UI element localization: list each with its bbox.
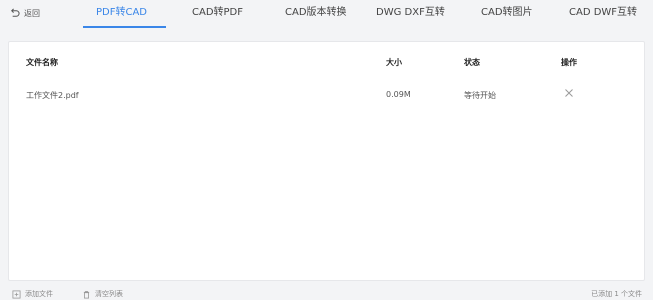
header-status: 状态 — [464, 58, 480, 67]
header-file-name: 文件名称 — [26, 58, 58, 67]
file-status-cell: 等待开始 — [464, 91, 496, 100]
trash-icon — [83, 290, 90, 299]
tab-cad-to-image[interactable]: CAD转图片 — [481, 5, 533, 21]
add-file-label: 添加文件 — [25, 290, 53, 298]
tab-dwg-dxf-convert[interactable]: DWG DXF互转 — [376, 5, 445, 21]
top-nav: 返回 PDF转CAD CAD转PDF CAD版本转换 DWG DXF互转 CAD… — [0, 0, 653, 32]
file-list-panel: 文件名称 大小 状态 操作 工作文件2.pdf 0.09M 等待开始 — [8, 41, 645, 281]
file-name-cell: 工作文件2.pdf — [26, 91, 79, 100]
file-size-cell: 0.09M — [386, 90, 411, 99]
footer-bar: 添加文件 清空列表 已添加 1 个文件 — [0, 286, 653, 300]
tab-pdf-to-cad[interactable]: PDF转CAD — [96, 5, 147, 21]
header-size: 大小 — [386, 58, 402, 67]
app-window: 返回 PDF转CAD CAD转PDF CAD版本转换 DWG DXF互转 CAD… — [0, 0, 653, 300]
close-icon[interactable] — [564, 88, 574, 98]
header-operations: 操作 — [561, 58, 577, 67]
back-button[interactable]: 返回 — [9, 6, 40, 20]
tab-cad-to-pdf[interactable]: CAD转PDF — [192, 5, 243, 21]
back-arrow-icon — [11, 8, 20, 17]
tab-cad-dwf-convert[interactable]: CAD DWF互转 — [569, 5, 637, 21]
back-label: 返回 — [24, 8, 40, 18]
add-file-icon — [12, 289, 21, 299]
add-file-button[interactable]: 添加文件 — [12, 289, 53, 299]
clear-list-label: 清空列表 — [95, 290, 123, 298]
active-tab-indicator — [83, 26, 166, 28]
tab-cad-version-convert[interactable]: CAD版本转换 — [285, 5, 347, 21]
clear-list-button[interactable]: 清空列表 — [82, 289, 123, 299]
file-count-text: 已添加 1 个文件 — [591, 290, 642, 298]
